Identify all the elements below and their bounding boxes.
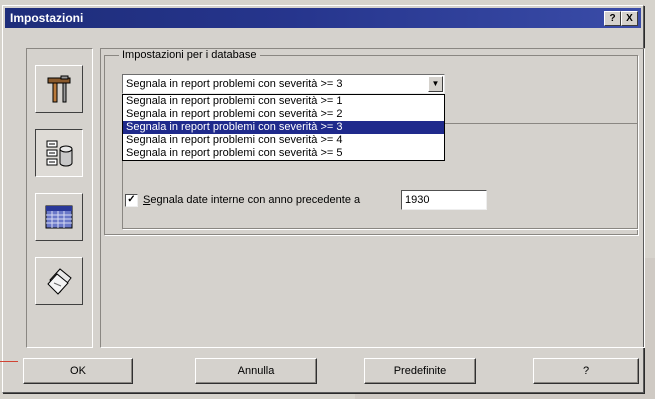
severity-select-value: Segnala in report problemi con severità … [126,78,343,90]
internal-dates-checkbox[interactable]: ✓ [125,194,138,207]
label-text: egnala date interne con anno precedente … [150,194,361,206]
help-button[interactable]: ? [533,358,639,384]
cancel-button[interactable]: Annulla [195,358,317,384]
sidebar-item-tools[interactable] [35,65,83,113]
callout-line [0,361,18,362]
sidebar-item-calendar[interactable] [35,193,83,241]
severity-option[interactable]: Segnala in report problemi con severità … [123,108,444,121]
tools-icon [47,75,71,103]
severity-option[interactable]: Segnala in report problemi con severità … [123,147,444,160]
settings-page: Impostazioni per i database Segnala in r… [100,48,645,348]
sidebar-item-reports[interactable] [35,257,83,305]
severity-option[interactable]: Segnala in report problemi con severità … [123,95,444,108]
window-title: Impostazioni [10,11,84,25]
dropdown-arrow-icon[interactable]: ▼ [428,76,443,92]
group-title: Impostazioni per i database [119,49,260,61]
category-sidebar [26,48,93,348]
severity-options-list: Segnala in report problemi con severità … [122,94,445,161]
sidebar-item-database[interactable] [35,129,83,177]
year-input[interactable]: 1930 [401,190,487,210]
help-titlebar-button[interactable]: ? [604,11,621,26]
database-settings-group: Impostazioni per i database Segnala in r… [104,49,638,235]
calendar-icon [45,205,73,229]
close-button[interactable]: X [621,11,638,26]
database-icon [46,140,73,167]
ok-button[interactable]: OK [23,358,133,384]
title-bar: Impostazioni ? X [5,8,641,28]
settings-dialog: Impostazioni ? X Impostazioni per i data… [2,5,645,393]
severity-option[interactable]: Segnala in report problemi con severità … [123,134,444,147]
report-pages-icon [47,268,72,295]
internal-dates-label[interactable]: Segnala date interne con anno precedente… [143,194,360,206]
severity-option-selected[interactable]: Segnala in report problemi con severità … [123,121,444,134]
severity-select[interactable]: Segnala in report problemi con severità … [122,74,445,94]
defaults-button[interactable]: Predefinite [364,358,476,384]
